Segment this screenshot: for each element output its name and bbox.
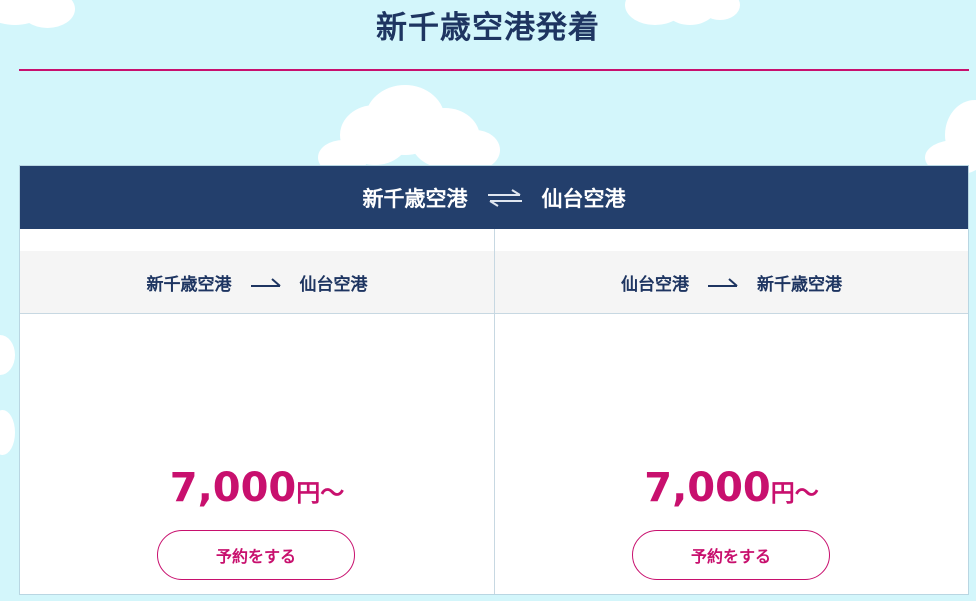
route-card: 新千歳空港 仙台空港 新千歳空港 仙台空港 7,000円〜 予約をする 仙台空港 [19,165,969,595]
route-header: 新千歳空港 仙台空港 [20,166,968,229]
route-column-return: 仙台空港 新千歳空港 7,000円〜 予約をする [495,229,968,594]
price: 7,000円〜 [495,465,968,511]
arrow-right-icon [707,275,739,289]
direction-bar: 仙台空港 新千歳空港 [495,251,968,314]
swap-arrows-icon [486,188,524,207]
page-title: 新千歳空港発着 [376,10,600,46]
reserve-button[interactable]: 予約をする [632,530,830,580]
direction-from: 仙台空港 [621,274,689,295]
direction-to: 新千歳空港 [757,274,842,295]
route-column-outbound: 新千歳空港 仙台空港 7,000円〜 予約をする [20,229,495,594]
route-to: 仙台空港 [541,186,626,211]
price-suffix: 円〜 [770,479,819,507]
price-value: 7,000 [644,465,771,511]
reserve-button[interactable]: 予約をする [157,530,355,580]
price: 7,000円〜 [20,465,494,511]
price-value: 7,000 [169,465,297,511]
direction-bar: 新千歳空港 仙台空港 [20,251,494,314]
route-from: 新千歳空港 [362,186,468,211]
arrow-right-icon [250,275,282,289]
direction-to: 仙台空港 [299,274,368,295]
direction-from: 新千歳空港 [146,274,232,295]
title-divider [19,69,969,71]
price-suffix: 円〜 [296,479,345,507]
